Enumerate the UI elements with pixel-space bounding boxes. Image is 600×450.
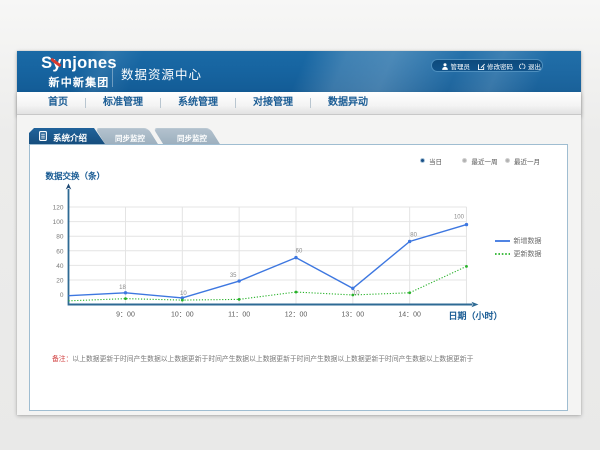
data-point [294, 256, 297, 259]
y-tick-label: 0 [60, 292, 64, 299]
y-tick-label: 80 [56, 234, 64, 241]
edit-icon [478, 63, 485, 70]
data-point-label: 80 [410, 232, 417, 238]
data-point [238, 298, 241, 301]
app-header: Synjones 新中新集团 数据资源中心 管理员 修改密码 退出 [17, 51, 581, 92]
data-point-label: 10 [180, 291, 187, 297]
main-nav: 首页标准管理系统管理对接管理数据异动 [17, 92, 581, 115]
data-point [181, 299, 184, 302]
header-divider [112, 66, 113, 87]
icon-shape [443, 63, 446, 66]
logout-button[interactable]: 退出 [519, 61, 541, 72]
tab-label: 同步监控 [115, 133, 145, 144]
nav-item-system-mgmt[interactable]: 系统管理 [161, 98, 236, 108]
data-point [351, 294, 354, 297]
tab-sync-monitor-2[interactable]: 同步监控 [153, 128, 210, 144]
footnote-prefix: 备注： [52, 356, 72, 363]
legend-label: 新增数据 [514, 236, 542, 246]
legend-swatch [495, 252, 510, 256]
icon-shape [442, 67, 448, 70]
nav-item-home[interactable]: 首页 [31, 98, 86, 108]
data-point [124, 291, 127, 294]
user-icon [442, 63, 448, 70]
line-chart: 0 20 40 60 80 100 120 9：00 10：00 11：00 12：00 13：00 1… [29, 144, 568, 411]
icon-shape [480, 63, 484, 67]
data-point-label: 35 [230, 273, 237, 279]
footnote: 备注：以上数据更新于时间产生数据以上数据更新于时间产生数据以上数据更新于时间产生… [52, 353, 473, 363]
nav-item-integration-mgmt[interactable]: 对接管理 [236, 98, 311, 108]
data-point [237, 279, 240, 282]
x-tick-label: 13：00 [342, 312, 365, 319]
app-window: Synjones 新中新集团 数据资源中心 管理员 修改密码 退出 首页标准管理… [17, 51, 581, 415]
data-point [408, 240, 411, 243]
legend-item-1: 更新数据 [495, 247, 542, 260]
data-point-label: 18 [119, 285, 126, 291]
legend-swatch [495, 239, 510, 243]
nav-item-standards-mgmt[interactable]: 标准管理 [86, 98, 161, 108]
x-tick-label: 10：00 [171, 312, 194, 319]
data-point [408, 291, 411, 294]
brand-logo-subtext: 新中新集团 [40, 74, 118, 90]
data-point [295, 291, 298, 294]
data-point [124, 297, 127, 300]
form-icon [39, 131, 47, 141]
brand-logo[interactable]: Synjones 新中新集团 [40, 56, 118, 90]
user-menu[interactable]: 管理员 [442, 61, 470, 72]
power-icon [519, 63, 526, 70]
data-point-label: 100 [454, 215, 465, 221]
y-tick-label: 40 [56, 263, 64, 270]
logo-text-post: njones [62, 54, 117, 72]
x-tick-label: 14：00 [398, 312, 421, 319]
x-tick-label: 11：00 [228, 312, 250, 319]
user-toolbar: 管理员 修改密码 退出 [431, 59, 543, 72]
nav-item-data-change[interactable]: 数据异动 [311, 98, 385, 108]
series-line-更新数据 [69, 266, 467, 300]
change-password-button[interactable]: 修改密码 [478, 61, 514, 72]
footnote-text: 以上数据更新于时间产生数据以上数据更新于时间产生数据以上数据更新于时间产生数据以… [72, 356, 473, 363]
legend-item-0: 新增数据 [495, 234, 542, 247]
legend-label: 更新数据 [514, 249, 542, 259]
tab-system-intro[interactable]: 系统介绍 [29, 128, 105, 144]
tab-label: 系统介绍 [53, 132, 87, 144]
content-area: 系统介绍 同步监控 同步监控 当日最近一周最近一月 数据交换（条） 020406… [17, 115, 581, 415]
chart-panel: 当日最近一周最近一月 数据交换（条） 0204060801001209：0010… [29, 144, 568, 411]
data-point-label: 60 [296, 249, 303, 255]
icon-shape [478, 64, 483, 69]
y-tick-label: 60 [56, 248, 64, 255]
chart-legend: 新增数据更新数据 [495, 234, 542, 260]
brand-logo-text: Synjones [40, 56, 118, 71]
x-axis-title: 日期（小时） [448, 310, 502, 321]
x-tick-label: 12：00 [285, 312, 308, 319]
tab-strip: 系统介绍 同步监控 同步监控 [29, 128, 569, 144]
y-tick-label: 100 [53, 219, 64, 226]
y-axis-arrow [66, 184, 72, 190]
x-axis-arrow [471, 302, 478, 308]
logo-text-pre: S [41, 54, 52, 72]
y-tick-label: 120 [53, 205, 64, 212]
page-title: 数据资源中心 [121, 64, 202, 83]
y-tick-label: 20 [56, 278, 64, 285]
data-point [465, 223, 468, 226]
user-label: 管理员 [451, 61, 471, 71]
data-point [465, 265, 468, 268]
logout-label: 退出 [528, 61, 541, 71]
series-line-新增数据 [69, 225, 467, 298]
change-password-label: 修改密码 [487, 61, 513, 71]
x-tick-label: 9：00 [116, 312, 135, 319]
logo-y-red-slash: y [52, 56, 61, 71]
tab-label: 同步监控 [177, 133, 207, 144]
